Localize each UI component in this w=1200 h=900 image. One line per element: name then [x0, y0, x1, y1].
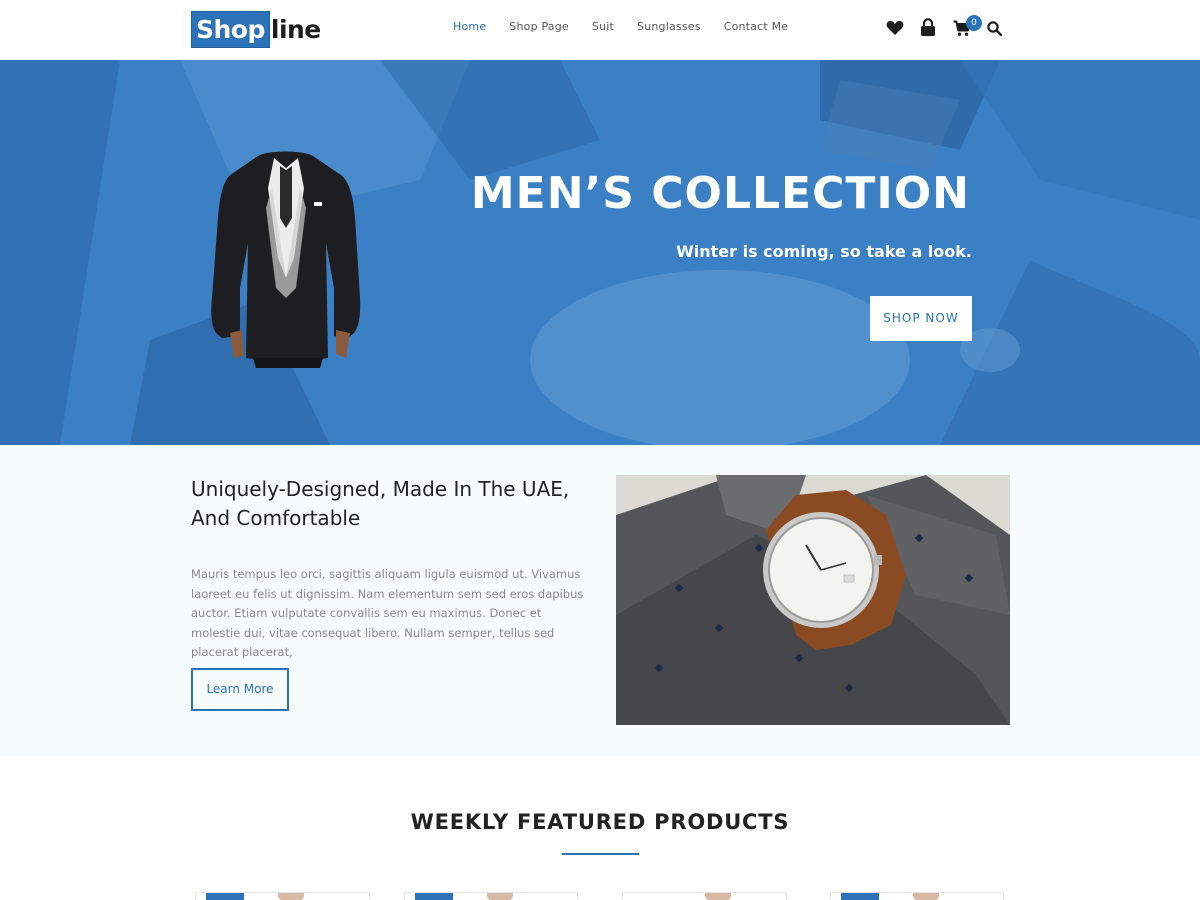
logo-text: line — [270, 15, 321, 44]
hero-background-image — [0, 60, 1200, 445]
featured-products-title: WEEKLY FEATURED PRODUCTS — [410, 810, 790, 834]
hero-banner: MEN’S COLLECTION Winter is coming, so ta… — [0, 60, 1200, 445]
learn-more-button[interactable]: Learn More — [191, 668, 289, 711]
section-divider — [562, 853, 639, 855]
hero-title: MEN’S COLLECTION — [470, 168, 970, 219]
product-card[interactable] — [622, 892, 787, 900]
product-card[interactable] — [404, 892, 578, 900]
product-image — [913, 893, 939, 900]
watch-product-image — [616, 475, 1010, 725]
heart-icon[interactable] — [886, 20, 904, 36]
main-nav: Home Shop Page Suit Sunglasses Contact M… — [453, 20, 811, 33]
about-section: Uniquely-Designed, Made In The UAE, And … — [0, 445, 1200, 756]
site-header: Shop line Home Shop Page Suit Sunglasses… — [0, 0, 1200, 60]
lock-icon[interactable] — [920, 18, 936, 37]
product-card[interactable] — [195, 892, 370, 900]
search-icon[interactable] — [987, 21, 1002, 36]
nav-item-home[interactable]: Home — [453, 20, 486, 33]
nav-item-shop-page[interactable]: Shop Page — [509, 20, 569, 33]
about-title: Uniquely-Designed, Made In The UAE, And … — [191, 477, 570, 530]
nav-item-sunglasses[interactable]: Sunglasses — [637, 20, 701, 33]
product-image — [487, 893, 513, 900]
product-label-tag — [415, 893, 453, 900]
suit-product-image — [211, 151, 361, 368]
cart-count-badge: 0 — [966, 15, 982, 31]
nav-item-suit[interactable]: Suit — [592, 20, 614, 33]
nav-item-contact-me[interactable]: Contact Me — [724, 20, 789, 33]
product-image — [278, 893, 304, 900]
hero-subtitle: Winter is coming, so take a look. — [676, 242, 972, 261]
product-label-tag — [206, 893, 244, 900]
product-image — [705, 893, 731, 900]
shop-now-button[interactable]: SHOP NOW — [870, 296, 972, 341]
about-description: Mauris tempus leo orci, sagittis aliquam… — [191, 567, 584, 659]
logo-highlight: Shop — [191, 11, 270, 48]
site-logo[interactable]: Shop line — [191, 11, 321, 48]
product-card[interactable] — [830, 892, 1004, 900]
product-label-tag — [841, 893, 879, 900]
